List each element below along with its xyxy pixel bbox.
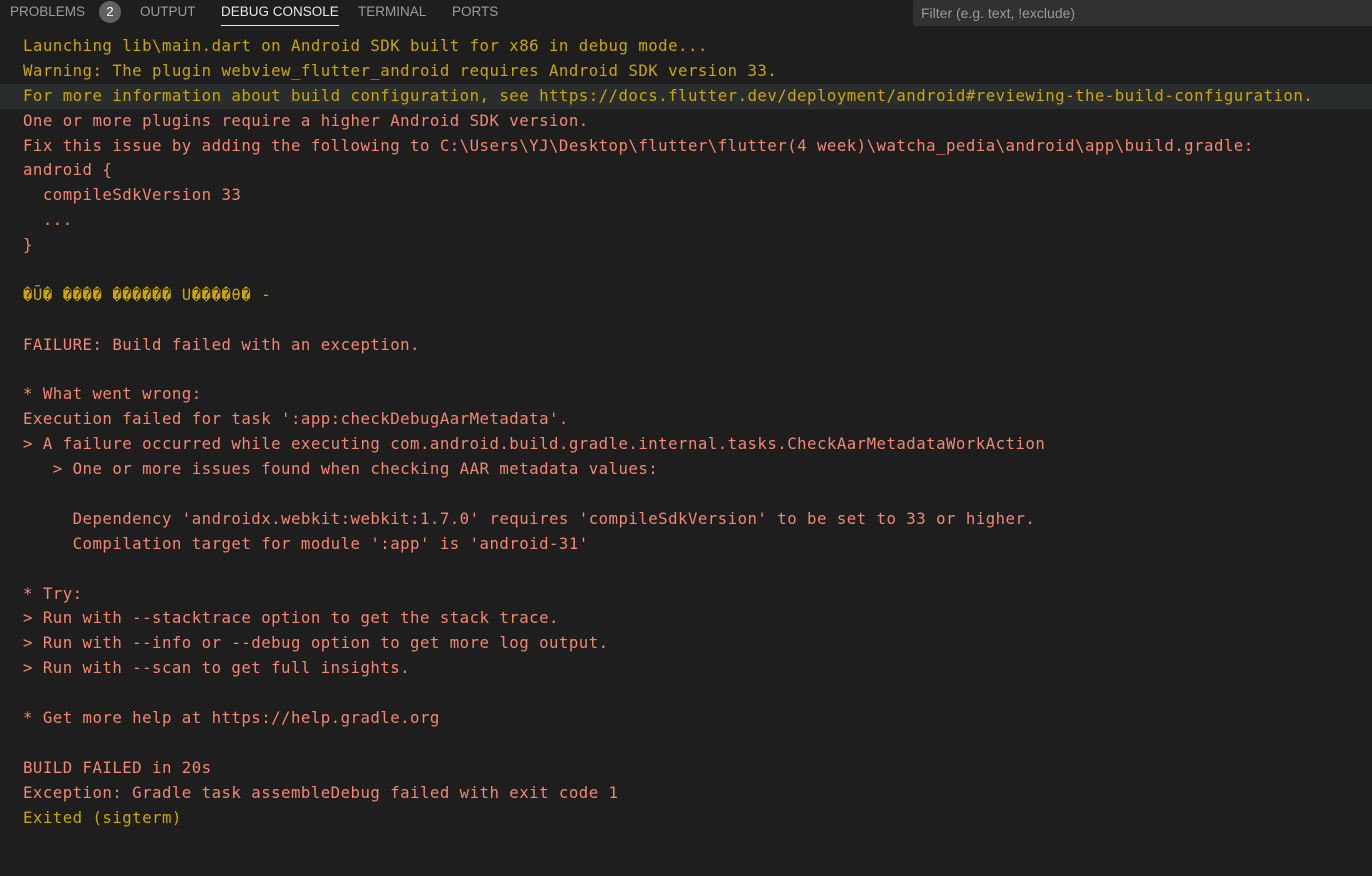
console-line: Warning: The plugin webview_flutter_andr… (23, 60, 778, 80)
console-line: > A failure occurred while executing com… (23, 434, 1046, 454)
filter-input[interactable] (913, 0, 1372, 26)
console-line: Execution failed for task ':app:checkDeb… (23, 409, 569, 429)
console-line: BUILD FAILED in 20s (23, 757, 212, 777)
console-line: Compilation target for module ':app' is … (23, 533, 589, 553)
active-tab-indicator (221, 25, 339, 26)
panel-tab-bar: PROBLEMS 2 OUTPUT DEBUG CONSOLE TERMINAL… (0, 0, 1372, 26)
console-line: Exited (sigterm) (23, 807, 182, 827)
problems-count-badge: 2 (99, 1, 121, 23)
console-line: } (23, 235, 33, 255)
console-line: > One or more issues found when checking… (23, 459, 659, 479)
console-line: Fix this issue by adding the following t… (23, 135, 1254, 155)
console-line: > Run with --info or --debug option to g… (23, 633, 609, 653)
console-line: Launching lib\main.dart on Android SDK b… (23, 36, 708, 55)
console-line: * What went wrong: (23, 384, 202, 404)
tab-problems[interactable]: PROBLEMS 2 (10, 0, 121, 26)
tab-output[interactable]: OUTPUT (140, 0, 196, 26)
tab-label: OUTPUT (140, 4, 196, 19)
console-line: > Run with --stacktrace option to get th… (23, 608, 559, 628)
tab-label: TERMINAL (358, 4, 427, 19)
tab-terminal[interactable]: TERMINAL (358, 0, 426, 26)
console-line: * Get more help at https://help.gradle.o… (23, 708, 440, 728)
tab-label: DEBUG CONSOLE (221, 4, 339, 19)
console-line: * Try: (23, 583, 83, 603)
console-line: Exception: Gradle task assembleDebug fai… (23, 782, 619, 802)
console-line: FAILURE: Build failed with an exception. (23, 334, 420, 354)
console-output[interactable]: Launching lib\main.dart on Android SDK b… (0, 34, 1372, 876)
tab-debug-console[interactable]: DEBUG CONSOLE (221, 0, 339, 26)
console-line: �Ũ� ���� ������ U����θ� - (23, 284, 272, 304)
debug-console-panel: PROBLEMS 2 OUTPUT DEBUG CONSOLE TERMINAL… (0, 0, 1372, 876)
tab-label: PROBLEMS (10, 4, 86, 19)
tab-label: PORTS (452, 4, 499, 19)
console-line: One or more plugins require a higher And… (23, 110, 589, 130)
console-line: For more information about build configu… (0, 83, 1372, 109)
console-line: ... (23, 210, 73, 230)
console-line: compileSdkVersion 33 (23, 185, 242, 205)
console-line: android { (23, 160, 113, 180)
console-line: > Run with --scan to get full insights. (23, 658, 411, 678)
tab-ports[interactable]: PORTS (452, 0, 498, 26)
console-line: Dependency 'androidx.webkit:webkit:1.7.0… (23, 508, 1036, 528)
